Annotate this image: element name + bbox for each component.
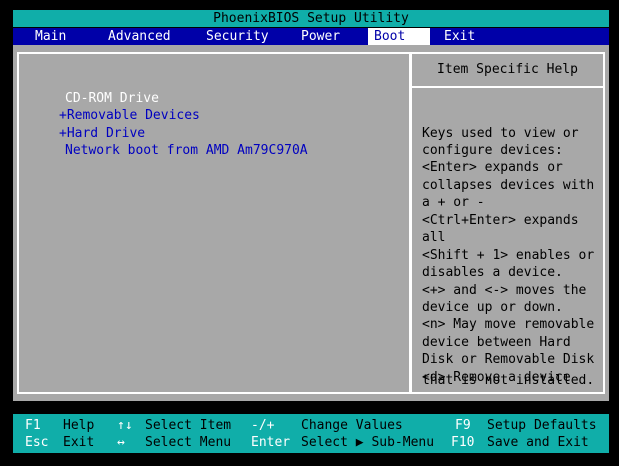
- help-line: configure devices:: [422, 143, 563, 158]
- help-line: Keys used to view or: [422, 126, 579, 141]
- arrow-up-down-icon: ↑↓: [117, 418, 133, 433]
- help-line: disables a device.: [422, 265, 563, 280]
- help-line: device between Hard: [422, 335, 571, 350]
- tab-boot[interactable]: Boot: [368, 28, 430, 45]
- boot-item-removable[interactable]: +Removable Devices: [59, 107, 200, 124]
- help-panel: Item Specific Help Keys used to view or …: [410, 52, 605, 394]
- help-line: a + or -: [422, 195, 485, 210]
- help-line: Disk or Removable Disk: [422, 352, 595, 367]
- key-minus-plus: -/+: [251, 418, 275, 433]
- key-f1: F1: [25, 418, 41, 433]
- help-line: <Shift + 1> enables or: [422, 248, 595, 263]
- content-area: CD-ROM Drive +Removable Devices +Hard Dr…: [13, 45, 609, 401]
- key-select-submenu-label: Select ▶ Sub-Menu: [301, 435, 435, 450]
- key-esc: Esc: [25, 435, 49, 450]
- help-title: Item Specific Help: [412, 54, 603, 88]
- key-select-menu-label: Select Menu: [145, 435, 232, 450]
- help-line: <Enter> expands or: [422, 160, 563, 175]
- tab-security[interactable]: Security: [200, 28, 275, 45]
- tab-exit[interactable]: Exit: [438, 28, 481, 45]
- key-setup-defaults-label: Setup Defaults: [487, 418, 597, 433]
- help-line: collapses devices with: [422, 178, 595, 193]
- bios-title: PhoenixBIOS Setup Utility: [13, 10, 609, 27]
- tab-main[interactable]: Main: [29, 28, 72, 45]
- key-change-values-label: Change Values: [301, 418, 403, 433]
- key-enter: Enter: [251, 435, 291, 450]
- arrow-left-right-icon: ↔: [117, 435, 125, 450]
- key-legend-footer: F1 Help ↑↓ Select Item -/+ Change Values…: [13, 414, 609, 453]
- key-help-label: Help: [63, 418, 95, 433]
- boot-item-cdrom[interactable]: CD-ROM Drive: [65, 90, 159, 107]
- help-line: <Ctrl+Enter> expands: [422, 213, 579, 228]
- help-line: that is not installed.: [422, 373, 595, 388]
- boot-order-panel: CD-ROM Drive +Removable Devices +Hard Dr…: [17, 52, 411, 394]
- key-exit-label: Exit: [63, 435, 95, 450]
- key-save-exit-label: Save and Exit: [487, 435, 589, 450]
- help-line: all: [422, 230, 446, 245]
- tab-advanced[interactable]: Advanced: [102, 28, 177, 45]
- key-select-item-label: Select Item: [145, 418, 232, 433]
- key-f9: F9: [455, 418, 471, 433]
- boot-item-network[interactable]: Network boot from AMD Am79C970A: [65, 142, 308, 159]
- menu-bar: Main Advanced Security Power Boot Exit: [13, 28, 609, 45]
- tab-power[interactable]: Power: [295, 28, 346, 45]
- help-line: <n> May move removable: [422, 317, 595, 332]
- key-f10: F10: [451, 435, 475, 450]
- help-line: device up or down.: [422, 300, 563, 315]
- help-line: <+> and <-> moves the: [422, 283, 587, 298]
- boot-item-hard-drive[interactable]: +Hard Drive: [59, 125, 145, 142]
